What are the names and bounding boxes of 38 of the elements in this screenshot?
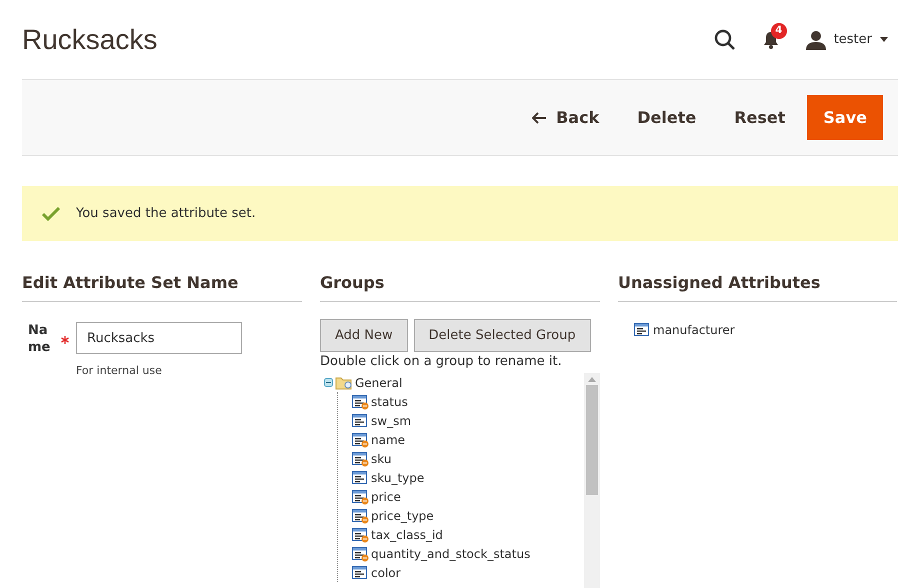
attribute-node[interactable]: name	[371, 432, 406, 446]
group-button[interactable]: Delete Selected Group	[414, 319, 591, 352]
attribute-node[interactable]: sku	[371, 452, 392, 466]
search-icon[interactable]	[714, 28, 736, 50]
field-label: Name	[28, 322, 52, 357]
group-button[interactable]: Add New	[320, 319, 408, 352]
checkmark-icon	[42, 206, 60, 220]
scrollbar[interactable]	[584, 373, 600, 588]
attribute-node[interactable]: color	[371, 566, 401, 580]
action-button[interactable]: Delete	[621, 96, 712, 139]
page-title: Rucksacks	[22, 24, 158, 56]
attribute-node[interactable]: manufacturer	[653, 322, 735, 336]
back-button[interactable]: Back	[516, 96, 616, 139]
attribute-node[interactable]: status	[371, 394, 408, 408]
action-button[interactable]: Reset	[718, 96, 802, 139]
caret-icon[interactable]	[880, 37, 888, 42]
folder-icon	[335, 375, 353, 390]
user-icon[interactable]	[806, 30, 826, 50]
attribute-node[interactable]: price	[371, 490, 401, 504]
message-text: You saved the attribute set.	[76, 206, 256, 221]
save-button[interactable]: Save	[807, 95, 883, 140]
attribute-node[interactable]: tax_class_id	[371, 528, 443, 542]
back-arrow-icon	[532, 112, 546, 124]
scrollbar-thumb[interactable]	[586, 385, 598, 495]
group-node[interactable]: General	[355, 376, 402, 390]
attribute-node[interactable]: sw_sm	[371, 414, 412, 428]
section-heading: Unassigned Attributes	[618, 273, 897, 302]
attribute-node[interactable]: sku_type	[371, 470, 424, 484]
section-heading: Edit Attribute Set Name	[22, 273, 302, 302]
collapse-icon[interactable]	[324, 378, 333, 387]
section-heading: Groups	[320, 273, 600, 302]
user-name[interactable]: tester	[834, 32, 872, 47]
field-note: For internal use	[76, 364, 163, 377]
attribute-node[interactable]: price_type	[371, 508, 434, 522]
hint-text: Double click on a group to rename it.	[320, 354, 563, 369]
notification-count: 4	[770, 22, 787, 38]
attribute-node[interactable]: quantity_and_stock_status	[371, 546, 530, 560]
name-input-field[interactable]: Rucksacks	[76, 322, 242, 354]
